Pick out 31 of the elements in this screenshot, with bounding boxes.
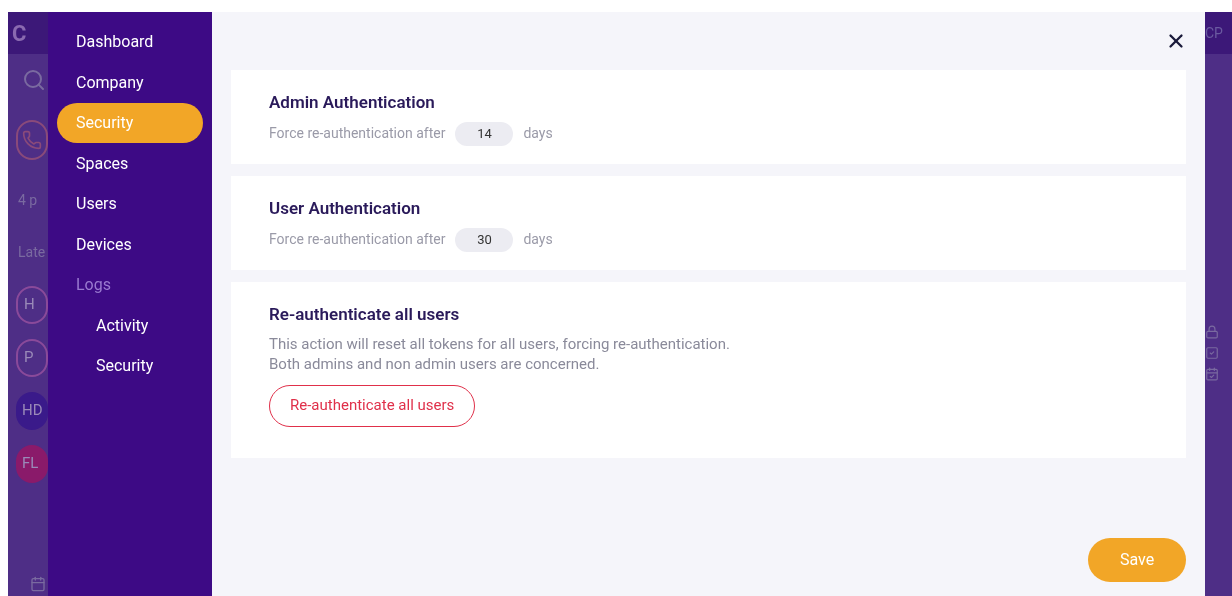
unit-label: days [523, 230, 553, 249]
days-input[interactable]: 30 [455, 227, 514, 252]
description-text: Both admins and non admin users are concerned. [269, 353, 601, 374]
checkbox-icon [1205, 345, 1219, 361]
calendar-icon [30, 576, 46, 592]
description-text: This action will reset all tokens for all users, forcing re-authentication. [269, 333, 731, 354]
avatar: HD [16, 391, 48, 430]
card-title: User Authentication [269, 197, 422, 220]
profile-avatar: CP [1205, 23, 1223, 43]
nav-item[interactable]: Devices [57, 224, 203, 265]
nav-item[interactable]: Activity [57, 305, 203, 346]
search-icon [22, 68, 46, 92]
field-label: Force re-authentication after [269, 124, 446, 143]
calendar-icon [1205, 366, 1219, 382]
list-text: 4 p [18, 190, 38, 210]
field-label: Force re-authentication after [269, 230, 446, 249]
nav-item[interactable]: Dashboard [57, 22, 203, 63]
card-title: Re-authenticate all users [269, 303, 461, 326]
days-input[interactable]: 14 [455, 121, 514, 146]
list-text: Late [18, 242, 46, 262]
card-title: Admin Authentication [269, 91, 436, 114]
lock-icon [1205, 324, 1219, 340]
nav-group-label: Logs [76, 274, 111, 297]
nav-item[interactable]: Company [57, 62, 203, 103]
nav-item[interactable]: Users [57, 184, 203, 225]
app-logo: C [12, 19, 27, 48]
reauthenticate-button[interactable]: Re-authenticate all users [269, 384, 476, 427]
avatar: FL [16, 444, 48, 483]
nav-item[interactable]: Security [57, 346, 203, 387]
nav-item[interactable]: Spaces [57, 143, 203, 184]
unit-label: days [523, 124, 553, 143]
